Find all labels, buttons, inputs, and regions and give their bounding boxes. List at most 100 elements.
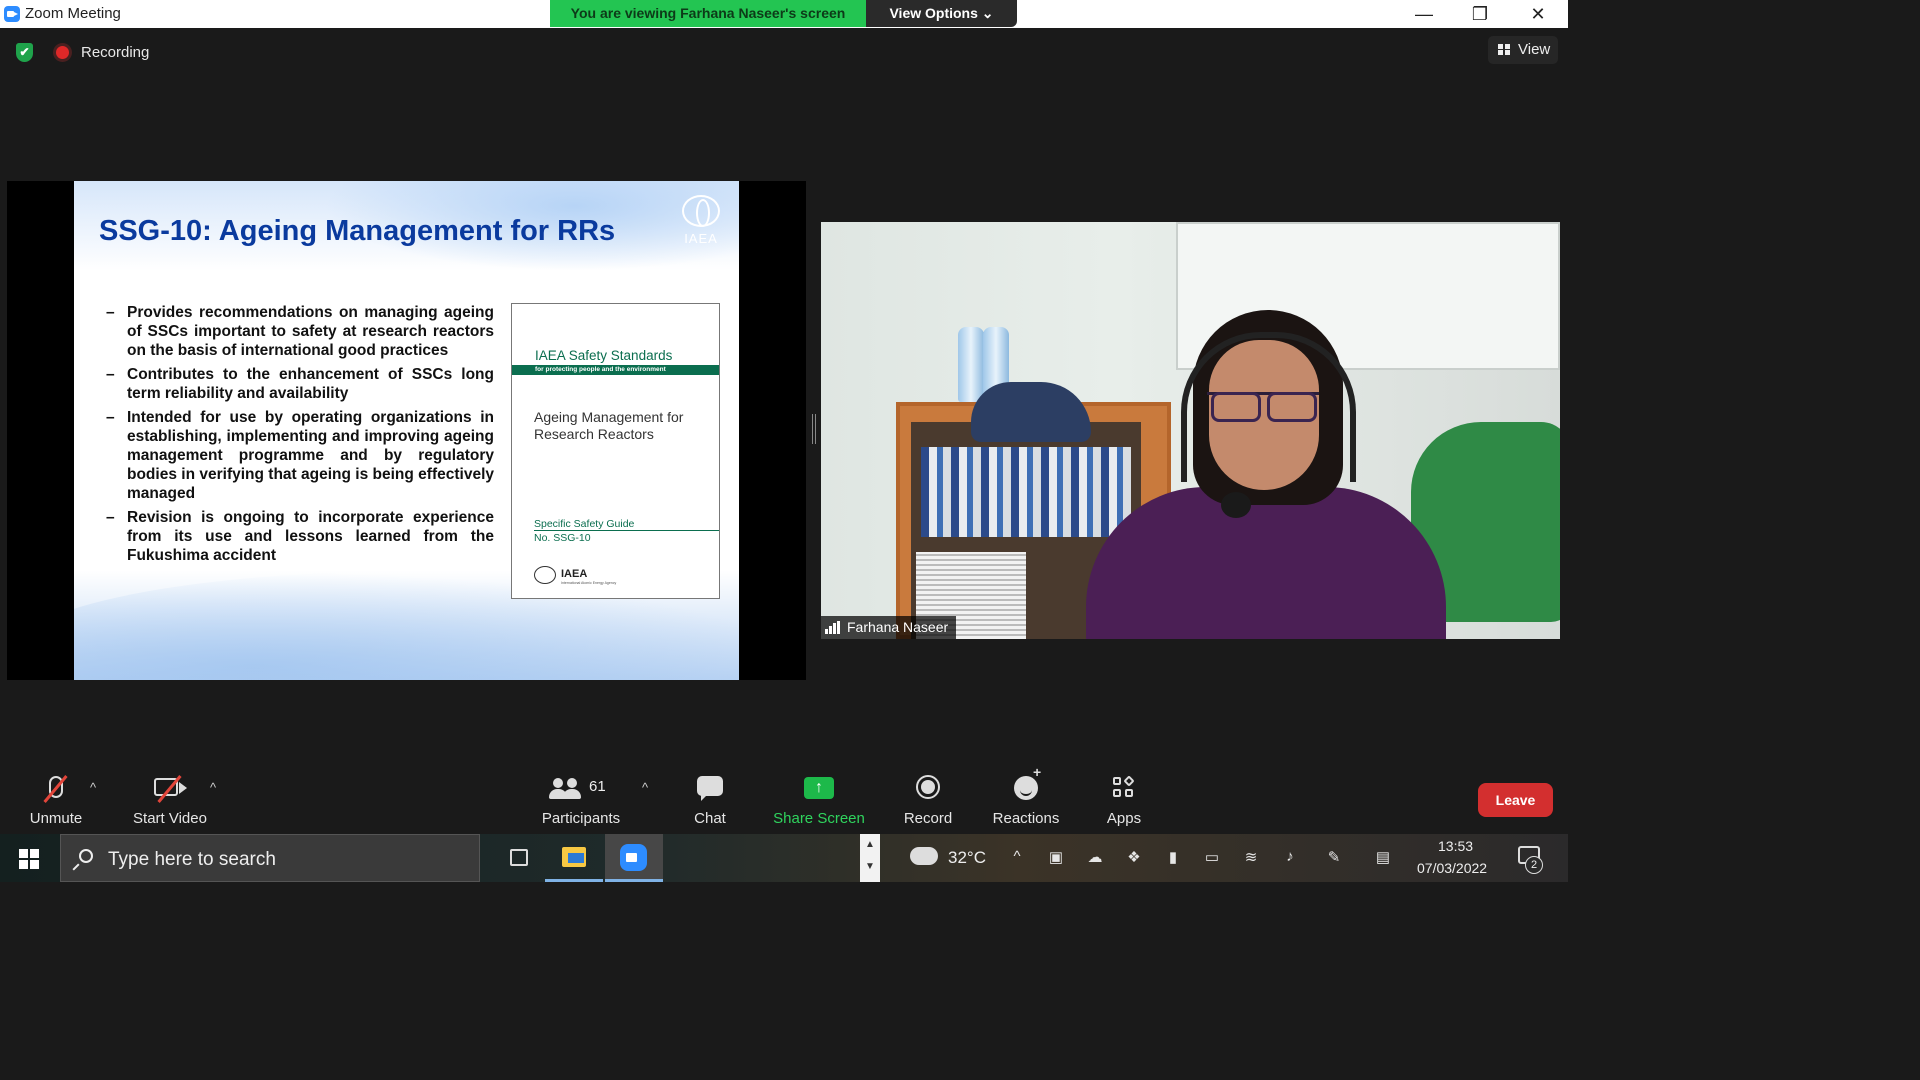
bullet-dash: –	[106, 366, 115, 383]
bullet-dash: –	[106, 509, 115, 526]
pen-icon[interactable]: ✎	[1324, 848, 1344, 866]
unmute-button[interactable]: Unmute	[20, 770, 92, 827]
record-icon	[898, 770, 958, 806]
close-button[interactable]: ✕	[1510, 0, 1566, 28]
book-cover: IAEA Safety Standards for protecting peo…	[511, 303, 720, 599]
participant-name-tag: Farhana Naseer	[821, 616, 957, 639]
participants-label: Participants	[541, 810, 621, 827]
recording-dot-icon	[56, 46, 69, 59]
apps-icon	[1100, 770, 1148, 806]
taskbar-scroll-arrows[interactable]: ▲ ▼	[860, 834, 880, 882]
book-title: Ageing Management for Research Reactors	[534, 409, 684, 442]
viewing-screen-banner: You are viewing Farhana Naseer's screen	[550, 0, 866, 27]
apps-label: Apps	[1106, 810, 1142, 827]
slide-bullet: – Provides recommendations on managing ag…	[104, 303, 494, 360]
video-books	[921, 447, 1131, 537]
chat-button[interactable]: Chat	[680, 770, 740, 827]
participants-button[interactable]: 61 Participants	[536, 770, 626, 827]
wifi-icon[interactable]: ≋	[1241, 848, 1261, 866]
iaea-logo-text: IAEA	[684, 231, 718, 246]
participants-options-caret[interactable]: ^	[642, 780, 648, 795]
shield-icon[interactable]: ✔	[16, 43, 33, 62]
unmute-label: Unmute	[29, 810, 83, 827]
apps-button[interactable]: Apps	[1100, 770, 1148, 827]
weather-temperature[interactable]: 32°C	[948, 848, 986, 868]
video-person-body	[1086, 487, 1446, 639]
reactions-label: Reactions	[992, 810, 1060, 827]
signal-strength-icon	[825, 621, 841, 634]
task-view-icon	[510, 849, 528, 866]
meet-now-icon[interactable]: ▣	[1046, 848, 1066, 866]
bullet-dash: –	[106, 409, 115, 426]
bullet-text: Revision is ongoing to incorporate exper…	[127, 509, 494, 564]
title-bar: Zoom Meeting You are viewing Farhana Nas…	[0, 0, 1568, 28]
shared-screen[interactable]: SSG-10: Ageing Management for RRs IAEA –…	[7, 181, 806, 680]
participant-name: Farhana Naseer	[847, 619, 949, 635]
window-title: Zoom Meeting	[25, 5, 121, 22]
slide-bullet-list: – Provides recommendations on managing ag…	[104, 303, 494, 570]
view-options-button[interactable]: View Options ⌄	[866, 0, 1017, 27]
file-explorer-button[interactable]	[545, 834, 603, 882]
participant-video[interactable]	[821, 222, 1560, 639]
bullet-text: Provides recommendations on managing age…	[127, 304, 494, 359]
battery-icon[interactable]: ▭	[1202, 848, 1222, 866]
bullet-dash: –	[106, 304, 115, 321]
iaea-emblem-icon	[682, 195, 720, 227]
microphone-muted-icon	[20, 770, 92, 806]
touch-keyboard-icon[interactable]: ▤	[1373, 848, 1393, 866]
book-series-subtitle: for protecting people and the environmen…	[535, 366, 666, 373]
clock-time[interactable]: 13:53	[1438, 838, 1473, 854]
leave-button[interactable]: Leave	[1478, 783, 1553, 817]
video-headset	[1181, 332, 1356, 482]
zoom-app-icon	[620, 844, 647, 871]
book-divider	[534, 530, 719, 531]
slide-bullet: – Intended for use by operating organizat…	[104, 408, 494, 503]
share-screen-icon-wrap: ↑	[770, 770, 868, 806]
record-label: Record	[903, 810, 953, 827]
volume-icon[interactable]: ♪	[1280, 848, 1300, 865]
video-off-icon	[126, 770, 214, 806]
audio-options-caret[interactable]: ^	[90, 780, 96, 795]
task-view-button[interactable]	[490, 834, 548, 882]
show-hidden-icons-chevron[interactable]: ^	[1007, 848, 1027, 865]
video-headset-mic	[1221, 492, 1251, 518]
book-footer-logo: IAEA	[561, 568, 588, 580]
windows-start-icon[interactable]	[19, 849, 39, 869]
book-guide-line1: Specific Safety Guide	[534, 518, 635, 530]
restore-button[interactable]: ❐	[1452, 0, 1508, 28]
zoom-taskbar-button[interactable]	[605, 834, 663, 882]
video-options-caret[interactable]: ^	[210, 780, 216, 795]
scroll-down-arrow[interactable]: ▼	[860, 856, 880, 878]
split-view-handle[interactable]	[812, 414, 816, 444]
scroll-up-arrow[interactable]: ▲	[860, 834, 880, 856]
clock-date[interactable]: 07/03/2022	[1417, 860, 1487, 876]
recording-label[interactable]: Recording	[81, 44, 149, 61]
book-iaea-emblem-icon	[534, 566, 556, 584]
search-icon	[79, 849, 93, 863]
slide-title: SSG-10: Ageing Management for RRs	[99, 215, 616, 247]
zoom-meeting-window: Zoom Meeting You are viewing Farhana Nas…	[0, 0, 1568, 882]
record-button[interactable]: Record	[898, 770, 958, 827]
slide-bullet: – Revision is ongoing to incorporate expe…	[104, 508, 494, 565]
reactions-button[interactable]: Reactions	[990, 764, 1062, 827]
share-screen-icon: ↑	[804, 777, 834, 799]
onedrive-icon[interactable]: ☁	[1085, 848, 1105, 866]
weather-icon[interactable]	[910, 847, 938, 865]
start-video-button[interactable]: Start Video	[126, 770, 214, 827]
participants-icon-group: 61	[549, 770, 613, 806]
minimize-button[interactable]: —	[1396, 0, 1452, 28]
dropbox-icon[interactable]: ❖	[1124, 848, 1144, 866]
microphone-tray-icon[interactable]: ▮	[1163, 848, 1183, 866]
taskbar-search-box[interactable]: Type here to search	[60, 834, 480, 882]
share-screen-button[interactable]: ↑ Share Screen	[770, 770, 868, 827]
presentation-slide: SSG-10: Ageing Management for RRs IAEA –…	[74, 181, 739, 680]
video-water-bottle	[958, 327, 984, 402]
bullet-text: Intended for use by operating organizati…	[127, 409, 494, 502]
book-guide-line2: No. SSG-10	[534, 532, 591, 544]
start-video-label: Start Video	[133, 810, 207, 827]
book-guide-label: Specific Safety Guide No. SSG-10	[534, 517, 634, 545]
grid-view-icon	[1498, 44, 1510, 55]
book-footer-subtitle: International Atomic Energy Agency	[561, 581, 617, 585]
book-series: IAEA Safety Standards	[535, 348, 673, 363]
view-button[interactable]: View	[1488, 36, 1558, 64]
